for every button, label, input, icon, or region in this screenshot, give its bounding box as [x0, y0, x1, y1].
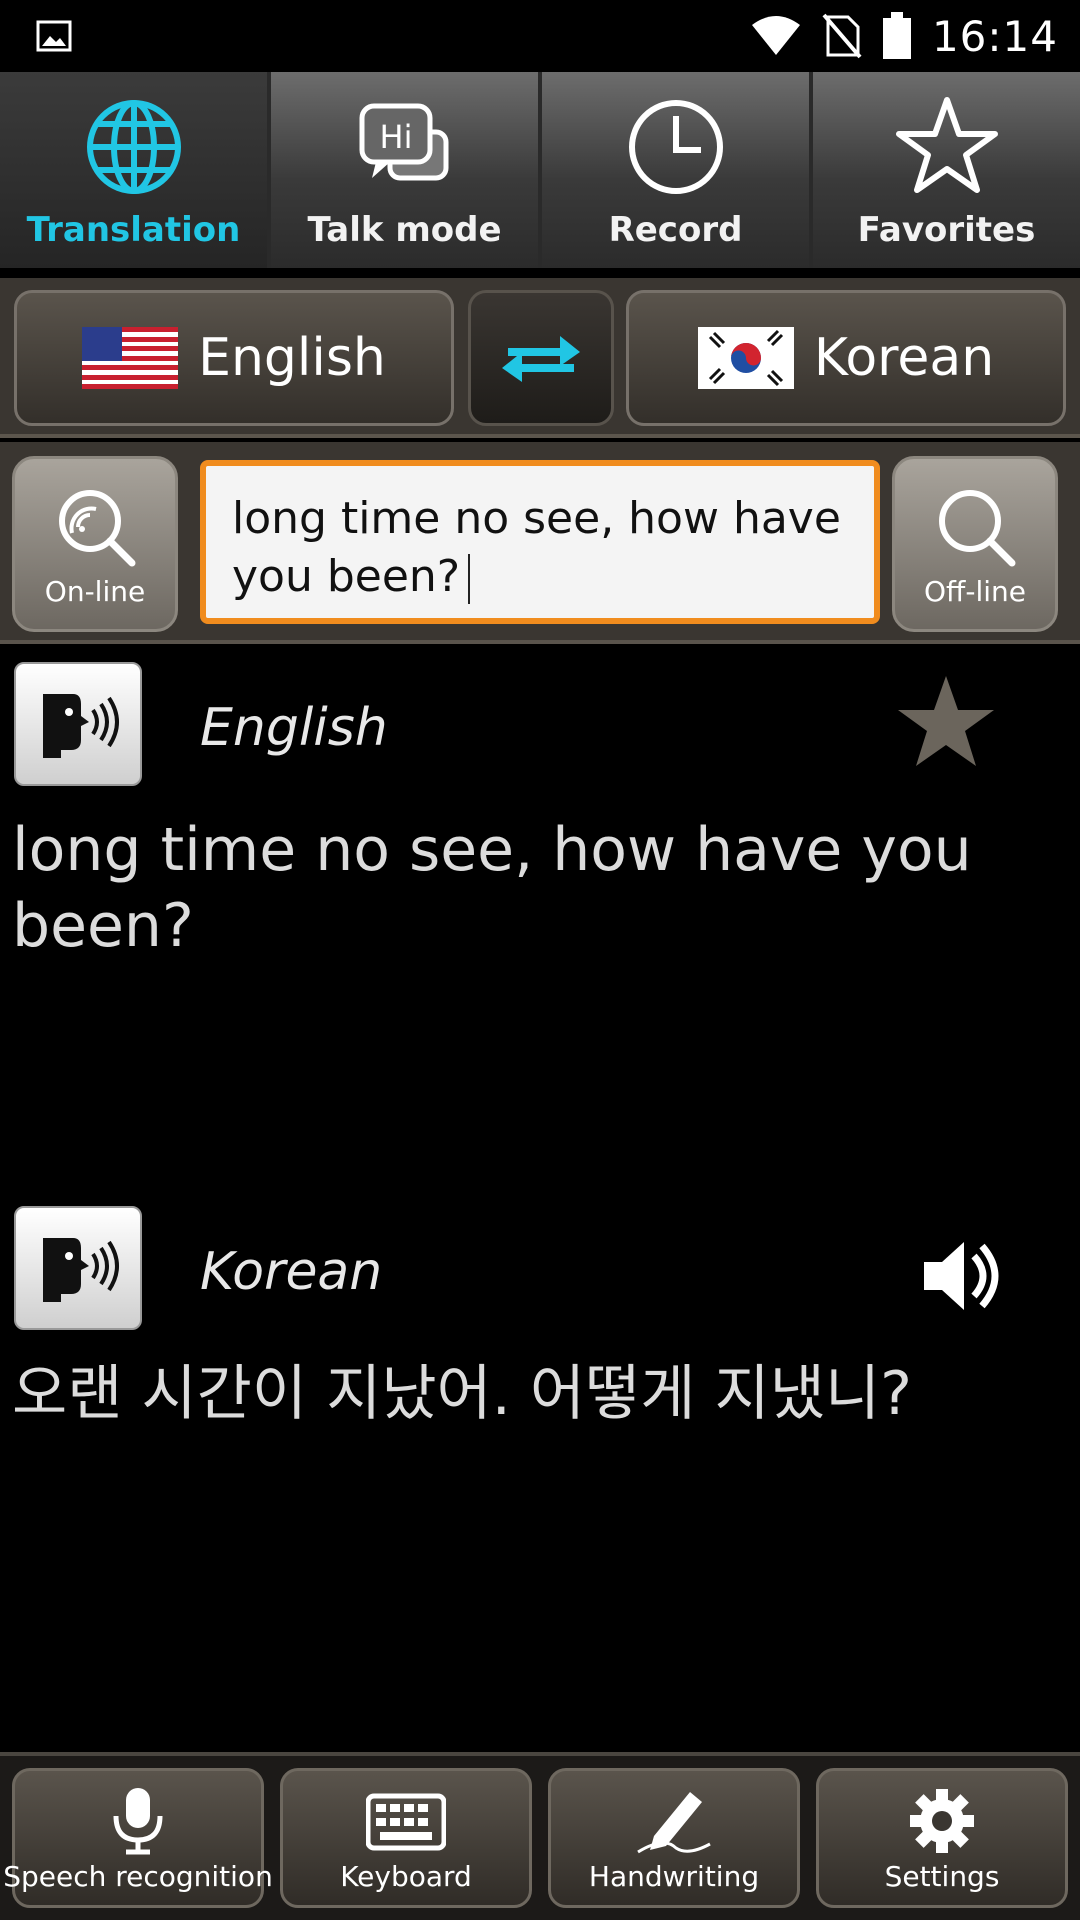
swap-arrows-icon — [502, 336, 580, 382]
speaking-head-icon — [43, 694, 119, 758]
input-row: On-line long time no see, how have you b… — [0, 442, 1080, 644]
battery-icon — [882, 12, 911, 59]
handwriting-button[interactable]: Handwriting — [548, 1768, 800, 1908]
status-time: 16:14 — [931, 11, 1058, 61]
offline-label: Off-line — [924, 574, 1026, 608]
input-text: long time no see, how have you been? — [232, 493, 841, 602]
svg-text:Hi: Hi — [379, 118, 412, 156]
target-speak-button[interactable] — [14, 1206, 142, 1330]
image-icon — [36, 20, 72, 52]
bottom-button-label: Keyboard — [340, 1860, 472, 1893]
search-icon — [939, 489, 1016, 566]
offline-search-button[interactable]: Off-line — [892, 456, 1058, 632]
language-bar: English Korean — [0, 278, 1080, 438]
clock-icon — [628, 100, 723, 194]
pen-icon — [637, 1792, 711, 1854]
us-flag-icon — [82, 327, 179, 389]
settings-button[interactable]: Settings — [816, 1768, 1068, 1908]
tab-label: Record — [608, 210, 743, 250]
bottom-button-label: Settings — [884, 1860, 1000, 1893]
speaker-icon[interactable] — [920, 1236, 1006, 1316]
status-bar: 16:14 — [0, 0, 1080, 72]
star-icon — [895, 97, 998, 193]
speech-recognition-button[interactable]: Speech recognition — [3, 1768, 273, 1908]
chat-bubbles-icon: Hi — [359, 103, 448, 181]
bottom-button-label: Handwriting — [588, 1860, 760, 1893]
tab-label: Favorites — [857, 210, 1036, 250]
tab-talk-mode[interactable]: Hi Talk mode — [271, 72, 542, 268]
target-language-button[interactable]: Korean — [626, 290, 1066, 426]
online-label: On-line — [44, 574, 146, 608]
tab-translation[interactable]: Translation — [0, 72, 271, 268]
target-result-language: Korean — [200, 1242, 383, 1302]
tab-favorites[interactable]: Favorites — [813, 72, 1080, 268]
bottom-toolbar: Speech recognition Keyboard Handwriting — [0, 1752, 1080, 1920]
source-language-label: English — [198, 328, 386, 388]
wifi-icon — [751, 16, 800, 55]
gear-icon — [910, 1789, 974, 1853]
tab-record[interactable]: Record — [542, 72, 813, 268]
online-search-button[interactable]: On-line — [12, 456, 178, 632]
source-language-button[interactable]: English — [14, 290, 454, 426]
source-result-text: long time no see, how have you been? — [12, 815, 972, 961]
bottom-button-label: Speech recognition — [3, 1860, 273, 1893]
speaking-head-icon — [43, 1238, 119, 1302]
no-sim-icon — [822, 13, 862, 59]
keyboard-button[interactable]: Keyboard — [280, 1768, 532, 1908]
main-tabs: Translation Hi Talk mode Record Favorite… — [0, 72, 1080, 268]
microphone-icon — [113, 1788, 163, 1855]
kr-flag-icon — [697, 327, 794, 389]
keyboard-icon — [366, 1793, 446, 1851]
text-caret — [468, 554, 471, 604]
target-result-text: 오랜 시간이 지났어. 어떻게 지냈니? — [12, 1359, 913, 1429]
online-search-icon — [59, 489, 136, 566]
favorite-star-icon[interactable] — [894, 672, 998, 772]
translation-input[interactable]: long time no see, how have you been? — [200, 460, 880, 624]
target-language-label: Korean — [813, 328, 995, 388]
swap-languages-button[interactable] — [468, 290, 614, 426]
source-result-language: English — [200, 698, 388, 758]
source-speak-button[interactable] — [14, 662, 142, 786]
tab-label: Translation — [26, 210, 241, 250]
globe-icon — [86, 100, 181, 194]
tab-label: Talk mode — [307, 210, 502, 250]
